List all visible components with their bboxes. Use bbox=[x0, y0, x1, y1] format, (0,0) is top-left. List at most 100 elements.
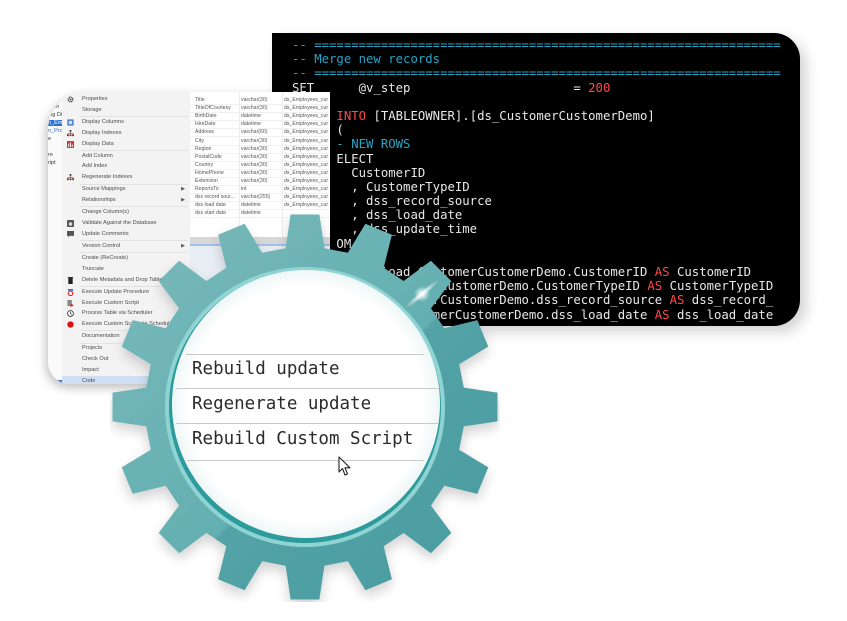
source-table-cell: ds_Employees_cur bbox=[284, 105, 329, 112]
column-name-cell: BirthDate bbox=[195, 113, 217, 120]
code-text: CustomerTypeID bbox=[662, 279, 774, 294]
lens-divider bbox=[186, 354, 424, 355]
submenu-arrow-icon: ▶ bbox=[181, 197, 185, 204]
data-type-cell: varchar(60) bbox=[241, 129, 268, 136]
code-keyword: AS bbox=[669, 293, 685, 308]
menu-item-add-index[interactable]: Add Index bbox=[62, 161, 190, 172]
menu-item-label: Properties bbox=[82, 96, 108, 102]
code-keyword: AS bbox=[647, 279, 663, 294]
code-comment: -- Merge new records bbox=[292, 52, 441, 67]
code-line: -- =====================================… bbox=[292, 38, 781, 52]
code-text: dss_load_date bbox=[669, 307, 774, 322]
lens-divider bbox=[176, 423, 438, 424]
column-name-cell: Address bbox=[195, 129, 215, 136]
code-keyword: AS bbox=[654, 307, 670, 322]
code-comment: -- =====================================… bbox=[292, 66, 781, 81]
data-type-cell: varchar(30) bbox=[241, 97, 268, 103]
clock-icon bbox=[67, 310, 74, 318]
column-name-cell: Region bbox=[195, 145, 212, 152]
indexes-icon bbox=[67, 129, 74, 137]
object-tree[interactable]: ision ing Di n_Emp n_Prod e re ript bbox=[48, 92, 66, 384]
code-keyword: AS bbox=[654, 265, 670, 279]
menu-item-label: Add Column bbox=[82, 152, 113, 159]
lens-item-regenerate-update[interactable]: Regenerate update bbox=[192, 394, 371, 414]
code-line: -- Merge new records bbox=[292, 52, 781, 66]
column-name-cell: dss load date bbox=[195, 202, 226, 209]
data-type-cell: varchar(30) bbox=[241, 145, 268, 152]
menu-item-display-data[interactable]: Display Data bbox=[62, 139, 190, 150]
data-type-cell: varchar(30) bbox=[241, 105, 268, 112]
menu-item-label: Impact bbox=[82, 366, 99, 373]
tree-item[interactable]: ript bbox=[48, 160, 56, 166]
column-name-cell: dss record sour... bbox=[195, 194, 235, 201]
menu-item-display-columns[interactable]: Display Columns bbox=[62, 117, 190, 128]
column-name-cell: Country bbox=[195, 161, 214, 168]
column-name-cell: Extension bbox=[195, 178, 218, 184]
column-name-cell: TitleOfCourtesy bbox=[195, 105, 231, 112]
source-table-cell: ds_Employees_cur bbox=[284, 137, 329, 144]
gear-icon bbox=[67, 96, 74, 103]
code-line: ELECT bbox=[292, 152, 781, 166]
data-type-cell: varchar(30) bbox=[241, 137, 268, 144]
red-circle-icon bbox=[67, 321, 74, 328]
menu-item-label: Projects bbox=[82, 345, 103, 352]
menu-item-label: Relationships bbox=[82, 197, 116, 204]
menu-item-source-mappings[interactable]: Source Mappings ▶ bbox=[62, 184, 190, 195]
menu-item-label: Truncate bbox=[82, 265, 104, 272]
column-name-cell: PostalCode bbox=[195, 153, 222, 160]
source-table-cell: ds_Employees_cur bbox=[284, 161, 329, 168]
tree-item[interactable]: e bbox=[48, 136, 51, 142]
menu-item-label: Source Mappings bbox=[82, 186, 126, 193]
menu-item-label: Regenerate Indexes bbox=[82, 174, 133, 181]
menu-item-display-indexes[interactable]: Display Indexes bbox=[62, 128, 190, 139]
menu-item-storage[interactable]: Storage bbox=[62, 105, 190, 116]
code-text: [TABLEOWNER].[ds_CustomerCustomerDemo] bbox=[366, 108, 655, 123]
code-text: CustomerID bbox=[669, 265, 752, 279]
tree-item[interactable]: ision bbox=[48, 104, 59, 110]
data-type-cell: datetime bbox=[241, 121, 261, 128]
source-table-cell: ds_Employees_cur bbox=[284, 97, 329, 103]
menu-item-label: Code bbox=[82, 377, 96, 384]
source-table-cell: ds_Employees_cur bbox=[284, 153, 329, 160]
data-type-cell: varchar(30) bbox=[241, 161, 268, 168]
lens-divider bbox=[187, 460, 424, 461]
source-table-cell: ds_Employees_cur bbox=[284, 129, 329, 136]
menu-item-label: Check Out bbox=[82, 356, 109, 363]
lens-item-rebuild-custom-script[interactable]: Rebuild Custom Script bbox=[192, 429, 413, 449]
status-indicator bbox=[48, 380, 62, 384]
data-type-cell: varchar(255) bbox=[241, 194, 271, 201]
data-type-cell: datetime bbox=[241, 202, 261, 209]
menu-item-add-column[interactable]: Add Column bbox=[62, 151, 190, 162]
code-keyword: INTO bbox=[336, 108, 367, 123]
data-type-cell: datetime bbox=[241, 113, 261, 120]
code-line: ( bbox=[292, 123, 781, 137]
execute-update-icon bbox=[67, 288, 74, 296]
menu-item-relationships[interactable]: Relationships ▶ bbox=[62, 195, 190, 206]
menu-item-regenerate-indexes[interactable]: Regenerate Indexes bbox=[62, 172, 190, 183]
menu-item-label: Storage bbox=[82, 106, 102, 113]
comment-icon bbox=[67, 230, 74, 238]
menu-item-label: Display Indexes bbox=[82, 129, 122, 136]
column-name-cell: City bbox=[195, 137, 204, 144]
submenu-arrow-icon: ▶ bbox=[181, 186, 185, 193]
source-table-cell: ds_Employees_cur bbox=[284, 178, 329, 184]
menu-item-label: Add Index bbox=[82, 163, 108, 170]
code-line: , CustomerTypeID bbox=[292, 180, 781, 194]
sparkle-glow bbox=[414, 286, 430, 302]
column-name-cell: HomePhone bbox=[195, 169, 224, 176]
lens-item-rebuild-update[interactable]: Rebuild update bbox=[192, 359, 340, 379]
tree-item[interactable]: ing Di bbox=[48, 112, 62, 118]
code-line: SET @v_step = 200 bbox=[292, 81, 781, 95]
code-line: , dss_record_source bbox=[292, 194, 781, 208]
code-line: -- =====================================… bbox=[292, 66, 781, 80]
code-comment: - NEW ROWS bbox=[336, 137, 411, 152]
column-name-cell: ReportsTo bbox=[195, 186, 219, 193]
menu-item-properties[interactable]: Properties bbox=[62, 94, 190, 105]
data-type-cell: varchar(30) bbox=[241, 178, 268, 184]
code-comment: -- =====================================… bbox=[292, 38, 781, 52]
tree-item[interactable]: re bbox=[48, 152, 53, 158]
code-line: - NEW ROWS bbox=[292, 137, 781, 151]
source-table-cell: ds_Employees_cur bbox=[284, 194, 329, 201]
code-text: dss_record_ bbox=[684, 293, 774, 308]
